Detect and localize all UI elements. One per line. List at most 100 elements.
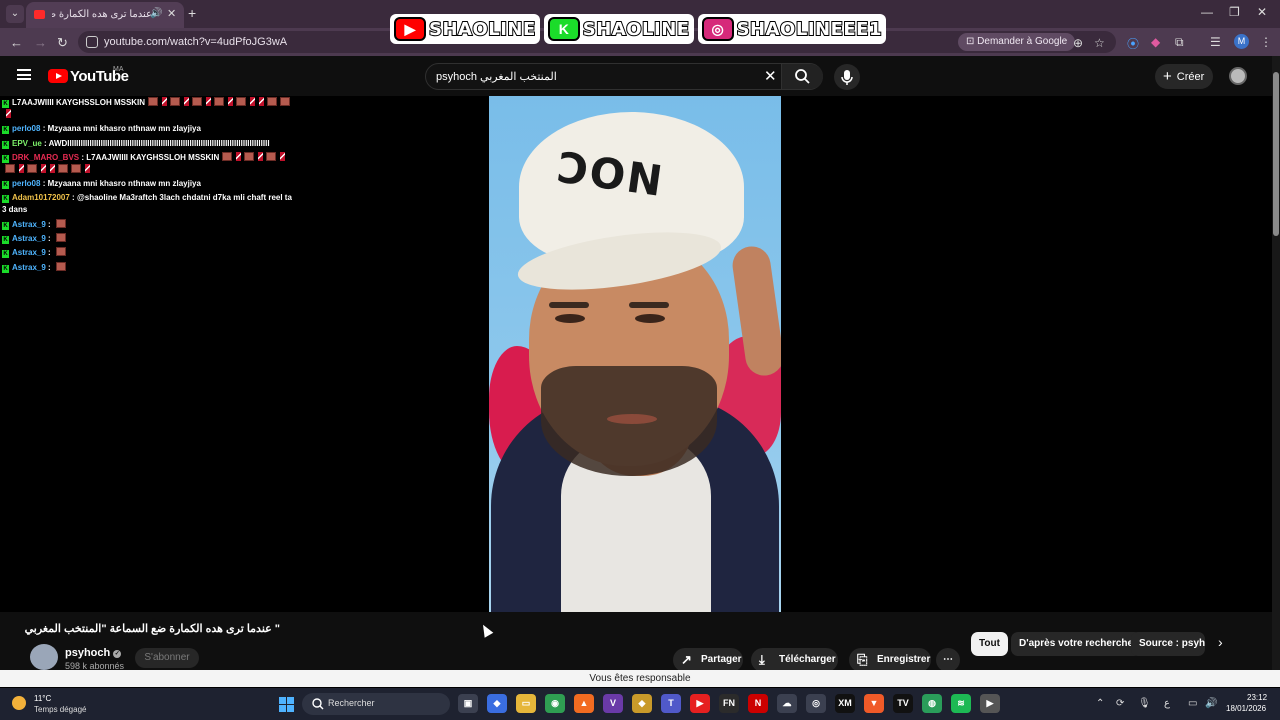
forward-button[interactable]: → xyxy=(34,35,47,50)
fn-app-icon[interactable]: FN xyxy=(719,694,739,713)
file-explorer-icon[interactable]: ▭ xyxy=(516,694,536,713)
spotify-icon[interactable]: ≋ xyxy=(951,694,971,713)
chat-username[interactable]: Astrax_9 xyxy=(12,220,46,229)
chat-separator: : xyxy=(69,193,77,203)
create-button[interactable]: + Créer xyxy=(1155,64,1213,89)
emote-icon xyxy=(58,163,68,173)
chips-next-icon[interactable]: › xyxy=(1218,634,1223,650)
tradingview-icon[interactable]: TV xyxy=(893,694,913,713)
ask-google-button[interactable]: ⊡ Demander à Google xyxy=(958,33,1076,51)
video-player[interactable]: NOC xyxy=(489,96,781,612)
share-button[interactable]: ↗ Partager xyxy=(673,648,743,672)
subscribe-button[interactable]: S'abonner xyxy=(135,648,199,668)
chat-username[interactable]: Astrax_9 xyxy=(12,263,46,272)
save-label: Enregistrer xyxy=(877,654,931,665)
media-player-icon[interactable]: ▶ xyxy=(980,694,1000,713)
install-app-icon[interactable]: ⊕ xyxy=(1073,36,1083,50)
volume-icon[interactable]: 🔊 xyxy=(1205,698,1217,709)
search-button[interactable] xyxy=(781,64,823,89)
taskbar-search-placeholder[interactable]: Rechercher xyxy=(328,698,375,708)
chat-username[interactable]: perlo08 xyxy=(12,179,40,188)
copilot-icon[interactable]: ◆ xyxy=(487,694,507,713)
emote-icon xyxy=(27,163,37,173)
voice-search-button[interactable] xyxy=(834,64,860,90)
more-actions-button[interactable]: ⋯ xyxy=(936,648,960,672)
chat-text: Mzyaana mni khasro nthnaw mn zlayjiya xyxy=(47,124,201,134)
taskbar-search[interactable]: Rechercher xyxy=(302,693,450,715)
account-avatar[interactable] xyxy=(1229,67,1247,85)
channel-name[interactable]: psyhoch ✓ xyxy=(65,647,122,659)
save-button[interactable]: ⎘ Enregistrer xyxy=(849,648,931,672)
minimize-button[interactable]: — xyxy=(1201,5,1213,19)
sync-icon[interactable]: ⟳ xyxy=(1116,698,1124,709)
channel-name-text[interactable]: psyhoch xyxy=(65,647,110,659)
scrollbar-thumb[interactable] xyxy=(1273,72,1279,236)
teams-icon[interactable]: T xyxy=(661,694,681,713)
extension-icon[interactable]: ⦿ xyxy=(1127,35,1139,52)
brave-browser-icon[interactable]: ▼ xyxy=(864,694,884,713)
reload-button[interactable]: ↻ xyxy=(57,35,68,51)
weather-description[interactable]: Temps dégagé xyxy=(34,705,86,714)
cloud-icon[interactable]: ☁ xyxy=(777,694,797,713)
chat-username[interactable]: perlo08 xyxy=(12,124,40,133)
brave-icon[interactable]: ▲ xyxy=(574,694,594,713)
bookmark-star-icon[interactable]: ☆ xyxy=(1094,36,1105,50)
channel-avatar[interactable] xyxy=(30,644,58,670)
weather-moon-icon[interactable] xyxy=(12,696,26,710)
language-indicator[interactable]: ع xyxy=(1164,698,1170,709)
android-icon[interactable]: ◍ xyxy=(922,694,942,713)
visual-studio-icon[interactable]: V xyxy=(603,694,623,713)
clock-time[interactable]: 23:12 xyxy=(1247,693,1267,702)
download-button[interactable]: ⤓ Télécharger xyxy=(751,648,838,672)
chat-username[interactable]: EPV_ue xyxy=(12,139,42,148)
chip-all[interactable]: Tout xyxy=(971,632,1008,656)
share-label: Partager xyxy=(701,654,742,665)
chat-username[interactable]: DRK_MARO_BVS xyxy=(12,153,79,162)
back-button[interactable]: ← xyxy=(10,35,23,50)
chip-related-search[interactable]: D'après votre recherche xyxy=(1011,632,1142,656)
kick-icon: K xyxy=(547,17,580,41)
clear-search-icon[interactable]: ✕ xyxy=(764,67,777,85)
maximize-button[interactable]: ❐ xyxy=(1229,5,1240,19)
chat-app-icon[interactable]: ◎ xyxy=(806,694,826,713)
chrome-icon[interactable]: ◉ xyxy=(545,694,565,713)
share-icon: ↗ xyxy=(681,652,692,667)
close-tab-icon[interactable]: ✕ xyxy=(167,7,176,20)
youtube-app-icon[interactable]: ▶ xyxy=(690,694,710,713)
shield-extension-icon[interactable]: ◆ xyxy=(1151,35,1160,49)
browser-profile-avatar[interactable]: M xyxy=(1234,34,1249,49)
banner-handle: SHAOLINE xyxy=(428,18,536,41)
chat-message: Kperlo08 : Mzyaana mni khasro nthnaw mn … xyxy=(2,178,292,190)
chip-source[interactable]: Source : psyhoch xyxy=(1131,632,1205,656)
new-tab-button[interactable]: + xyxy=(188,5,196,21)
network-icon[interactable]: ▭ xyxy=(1188,698,1197,709)
search-icon xyxy=(795,69,810,84)
weather-temperature[interactable]: 11°C xyxy=(34,694,51,703)
menu-icon[interactable] xyxy=(17,69,31,80)
chat-message: K Astrax_9 : xyxy=(2,218,292,231)
extensions-puzzle-icon[interactable]: ⧉ xyxy=(1175,35,1184,50)
search-input[interactable]: psyhoch المنتخب المغربي xyxy=(436,70,557,83)
tab-search-button[interactable]: ⌄ xyxy=(6,5,24,23)
url-text[interactable]: youtube.com/watch?v=4udPfoJG3wA xyxy=(104,36,287,48)
xm-icon[interactable]: XM xyxy=(835,694,855,713)
show-hidden-icons[interactable]: ⌃ xyxy=(1096,698,1104,709)
active-tab[interactable]: عندما ترى هده الكمارة ضع ال... 🔊 ✕ xyxy=(26,2,184,28)
chat-username[interactable]: Astrax_9 xyxy=(12,234,46,243)
emote-icon xyxy=(55,261,66,271)
site-info-icon[interactable] xyxy=(86,36,98,48)
task-view-icon[interactable]: ▣ xyxy=(458,694,478,713)
chat-username[interactable]: Astrax_9 xyxy=(12,248,46,257)
clock-date[interactable]: 18/01/2026 xyxy=(1226,704,1266,713)
speaker-icon[interactable]: 🔊 xyxy=(150,8,162,19)
reading-list-icon[interactable]: ☰ xyxy=(1210,35,1221,49)
close-window-button[interactable]: ✕ xyxy=(1257,5,1267,19)
shield-icon[interactable]: ◆ xyxy=(632,694,652,713)
search-box[interactable]: psyhoch المنتخب المغربي ✕ xyxy=(425,63,823,90)
netflix-icon[interactable]: N xyxy=(748,694,768,713)
youtube-logo-icon[interactable] xyxy=(48,69,68,83)
chat-username[interactable]: Adam10172007 xyxy=(12,193,70,202)
microphone-tray-icon[interactable]: 🎙 xyxy=(1138,698,1151,709)
windows-start-icon[interactable] xyxy=(279,697,294,712)
browser-menu-icon[interactable]: ⋮ xyxy=(1260,35,1272,49)
